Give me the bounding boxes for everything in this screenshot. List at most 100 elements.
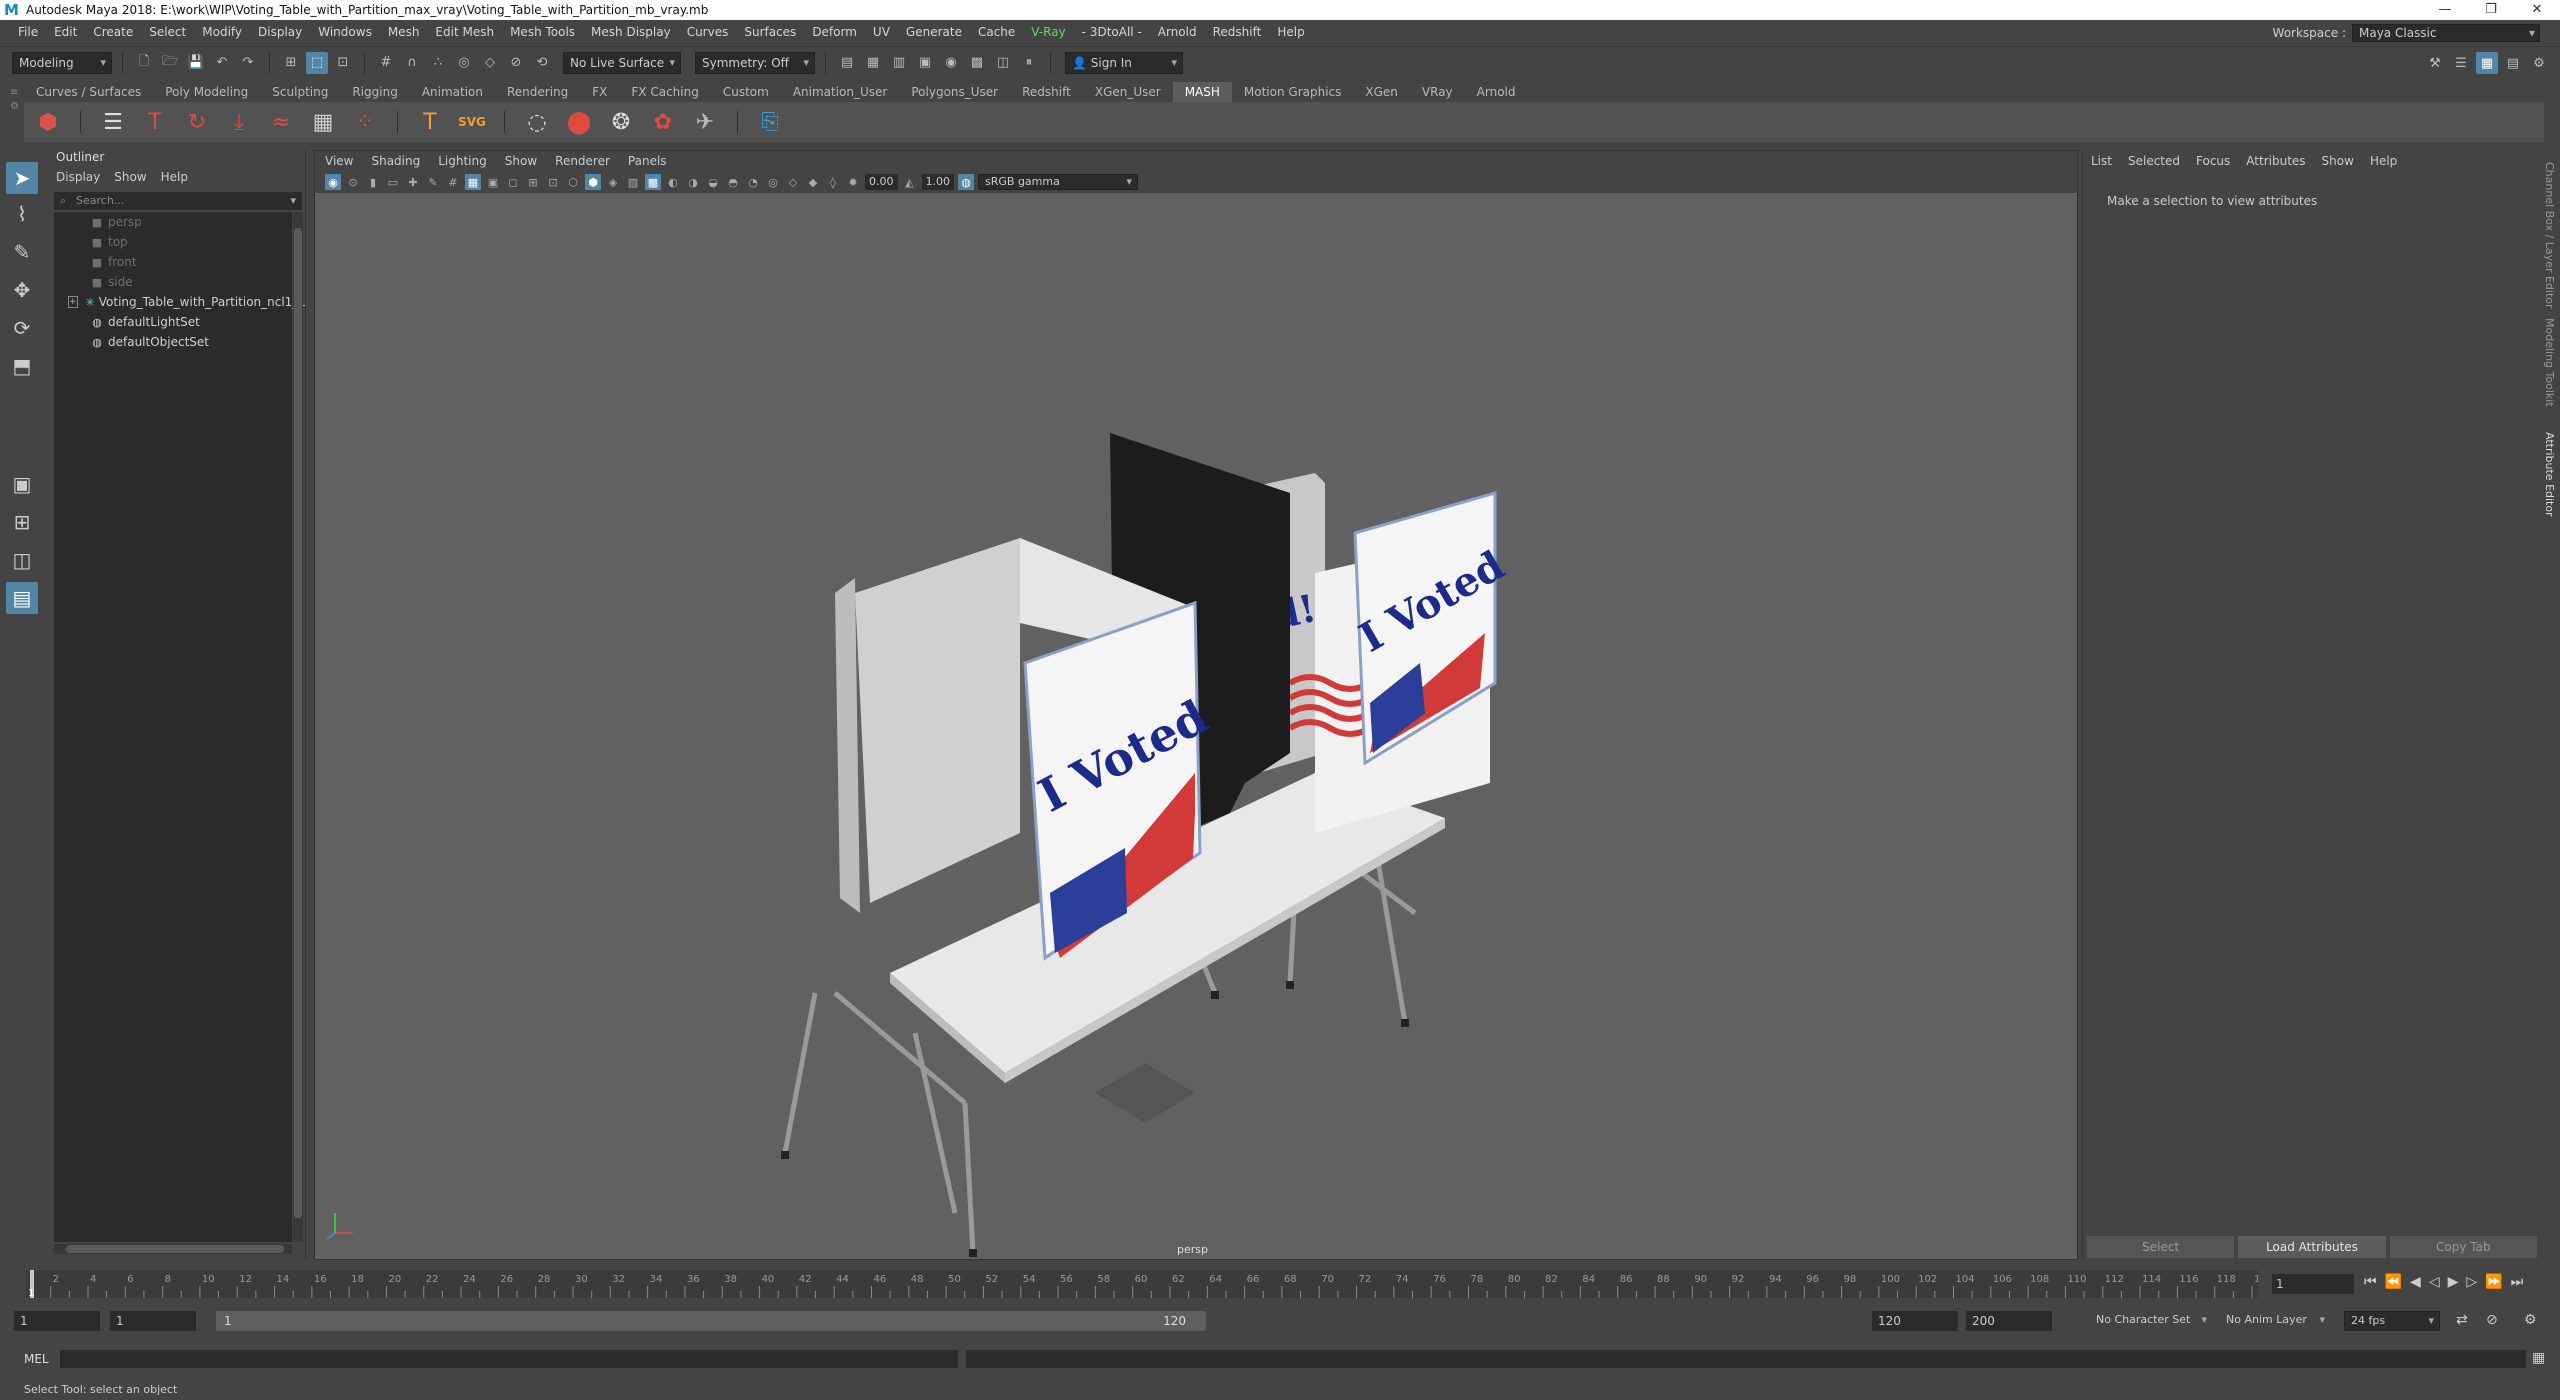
workspace-dropdown[interactable]: Maya Classic ▾ [2352, 24, 2540, 42]
xray-icon[interactable]: ◇ [785, 174, 801, 190]
side-tab-attribute-editor[interactable]: Attribute Editor [2543, 432, 2556, 517]
menu-deform[interactable]: Deform [804, 25, 865, 39]
shelf-tab-xgen-user[interactable]: XGen_User [1083, 82, 1173, 102]
shelf-tab-redshift[interactable]: Redshift [1010, 82, 1083, 102]
mash-list-icon[interactable]: ☰ [97, 106, 129, 138]
outliner-persp-layout-icon[interactable]: ▤ [6, 582, 38, 614]
shelf-tab-arnold[interactable]: Arnold [1465, 82, 1528, 102]
outliner-item-top[interactable]: ■ top [54, 232, 292, 252]
sign-in-dropdown[interactable]: 👤 Sign In [1065, 51, 1183, 74]
play-forwards-icon[interactable]: ▶ [2448, 1274, 2459, 1290]
menu-display[interactable]: Display [250, 25, 310, 39]
mash-drop-icon[interactable]: ⤓ [223, 106, 255, 138]
menu-edit-mesh[interactable]: Edit Mesh [427, 25, 502, 39]
snap-surface-icon[interactable]: ◇ [479, 52, 501, 74]
current-frame-field[interactable]: 1 [2272, 1274, 2354, 1294]
shelf-tab-fx-caching[interactable]: FX Caching [619, 82, 710, 102]
mash-repro-icon[interactable]: ◌ [521, 106, 553, 138]
textured-icon[interactable]: ▧ [625, 174, 641, 190]
outliner-vertical-scrollbar[interactable] [293, 212, 303, 1242]
gate-mask-icon[interactable]: ◻ [505, 174, 521, 190]
resolution-gate-icon[interactable]: ▣ [485, 174, 501, 190]
animation-preferences-icon[interactable]: ⚙ [2524, 1312, 2537, 1328]
menu-windows[interactable]: Windows [310, 25, 380, 39]
menu-curves[interactable]: Curves [679, 25, 737, 39]
menu-uv[interactable]: UV [865, 25, 898, 39]
live-surface-dropdown[interactable]: No Live Surface [563, 51, 681, 74]
shelf-options-icon[interactable]: ≡ ⚙ [10, 86, 20, 142]
menu-help[interactable]: Help [1269, 25, 1312, 39]
symmetry-dropdown[interactable]: Symmetry: Off [695, 51, 815, 74]
menu-vray[interactable]: V-Ray [1023, 25, 1073, 39]
grid-icon[interactable]: # [445, 174, 461, 190]
shelf-tab-rendering[interactable]: Rendering [495, 82, 580, 102]
select-hierarchy-icon[interactable]: ⊞ [280, 52, 302, 74]
outliner-item-voting-table[interactable]: + ✳ Voting_Table_with_Partition_ncl1_1 [54, 292, 306, 312]
new-scene-icon[interactable]: 🗋 [133, 52, 155, 74]
shelf-tab-vray[interactable]: VRay [1410, 82, 1465, 102]
open-scene-icon[interactable]: 🗁 [159, 52, 181, 74]
mash-trails-icon[interactable]: ✿ [647, 106, 679, 138]
mash-text-icon[interactable]: T [139, 106, 171, 138]
ambient-occlusion-icon[interactable]: ◑ [685, 174, 701, 190]
attribute-editor-toggle-icon[interactable]: ☰ [2450, 52, 2472, 74]
viewport-panel[interactable]: View Shading Lighting Show Renderer Pane… [314, 150, 2078, 1260]
menu-3dtoall[interactable]: - 3DtoAll - [1074, 25, 1150, 39]
playback-end-field[interactable]: 120 [1872, 1311, 1958, 1331]
paint-select-tool-icon[interactable]: ✎ [6, 236, 38, 268]
xray-components-icon[interactable]: ◊ [825, 174, 841, 190]
outliner-search-input[interactable]: ⌕ Search... ▾ [54, 192, 302, 210]
ae-copy-tab-button[interactable]: Copy Tab [2389, 1236, 2537, 1258]
fps-dropdown[interactable]: 24 fps [2344, 1311, 2440, 1331]
restore-button[interactable]: ❐ [2468, 0, 2514, 20]
snap-grid-icon[interactable]: # [375, 52, 397, 74]
side-tab-channel-box[interactable]: Channel Box / Layer Editor [2543, 162, 2556, 309]
light-editor-icon[interactable]: ◫ [992, 52, 1014, 74]
smooth-shade-icon[interactable]: ⬢ [585, 174, 601, 190]
shelf-tab-xgen[interactable]: XGen [1353, 82, 1410, 102]
shelf-tab-animation-user[interactable]: Animation_User [781, 82, 900, 102]
menu-generate[interactable]: Generate [898, 25, 970, 39]
range-slider[interactable]: 1 120 [216, 1311, 1206, 1331]
ae-load-attributes-button[interactable]: Load Attributes [2238, 1236, 2386, 1258]
wireframe-on-shaded-icon[interactable]: ◈ [605, 174, 621, 190]
viewport-menu-lighting[interactable]: Lighting [438, 154, 487, 168]
expand-icon[interactable]: + [68, 296, 78, 308]
motion-blur-icon[interactable]: ◒ [705, 174, 721, 190]
outliner-item-front[interactable]: ■ front [54, 252, 292, 272]
scrollbar-thumb[interactable] [294, 228, 302, 1218]
redo-icon[interactable]: ↷ [237, 52, 259, 74]
step-back-key-icon[interactable]: ⏪ [2385, 1274, 2402, 1290]
scene-end-field[interactable]: 200 [1966, 1311, 2052, 1331]
select-component-icon[interactable]: ⊡ [332, 52, 354, 74]
shelf-tab-curves-surfaces[interactable]: Curves / Surfaces [24, 82, 153, 102]
scale-tool-icon[interactable]: ⬒ [6, 350, 38, 382]
command-input[interactable] [60, 1350, 958, 1368]
bookmarks-icon[interactable]: ▮ [365, 174, 381, 190]
menu-arnold[interactable]: Arnold [1150, 25, 1205, 39]
shelf-tab-mash[interactable]: MASH [1172, 82, 1232, 102]
move-tool-icon[interactable]: ✥ [6, 274, 38, 306]
outliner-item-persp[interactable]: ■ persp [54, 212, 292, 232]
wireframe-icon[interactable]: ⬡ [565, 174, 581, 190]
mash-signal-icon[interactable]: ❂ [605, 106, 637, 138]
ae-select-button[interactable]: Select [2087, 1236, 2235, 1258]
step-back-frame-icon[interactable]: ◀ [2410, 1274, 2421, 1290]
go-to-start-icon[interactable]: ⏮ [2364, 1274, 2377, 1290]
mash-flight-icon[interactable]: ✈ [689, 106, 721, 138]
snap-curve-icon[interactable]: ∩ [401, 52, 423, 74]
color-management-icon[interactable]: ◍ [958, 174, 974, 190]
ae-menu-show[interactable]: Show [2322, 154, 2354, 168]
menu-create[interactable]: Create [85, 25, 141, 39]
time-slider-track[interactable]: 2 4 6 8 10 12 14 16 18 20 22 24 26 28 30 32 34 36 38 40 42 44… [26, 1270, 2258, 1298]
command-language-label[interactable]: MEL [24, 1352, 49, 1366]
auto-key-icon[interactable]: ⊘ [2486, 1312, 2498, 1328]
ae-menu-focus[interactable]: Focus [2196, 154, 2230, 168]
outliner-item-side[interactable]: ■ side [54, 272, 292, 292]
shelf-tab-polygons-user[interactable]: Polygons_User [899, 82, 1010, 102]
tool-settings-icon[interactable]: ▦ [2476, 52, 2498, 74]
loop-icon[interactable]: ⇄ [2456, 1312, 2468, 1328]
outliner-menu-help[interactable]: Help [161, 170, 188, 184]
safe-action-icon[interactable]: ⊡ [545, 174, 561, 190]
outliner-item-default-light-set[interactable]: ◍ defaultLightSet [54, 312, 292, 332]
